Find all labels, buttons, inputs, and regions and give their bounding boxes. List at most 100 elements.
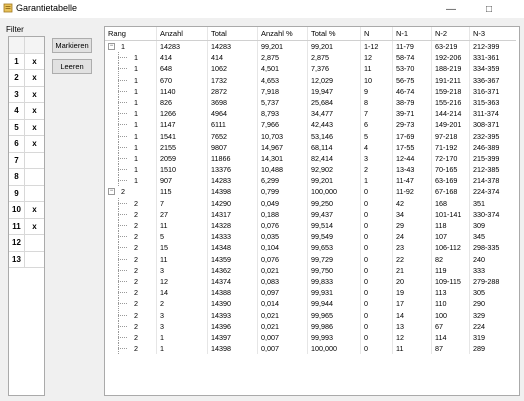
table-row[interactable]: 1 2059 11866 14,301 82,414 3 12-44 72-170 215-39… — [105, 152, 516, 165]
filter-row[interactable]: 11 x — [9, 218, 44, 235]
filter-row-mark[interactable] — [25, 252, 44, 268]
table-row[interactable]: 1 1147 6111 7,966 42,443 6 29-73 149-201 308-371 — [105, 119, 516, 131]
maximize-button[interactable]: □ — [474, 0, 504, 18]
cell-total-percent: 92,902 — [308, 164, 361, 176]
header-n-1[interactable]: N-1 — [393, 27, 432, 40]
table-row[interactable]: 2 7 14290 0,049 99,250 0 42 168 351 — [105, 197, 516, 209]
header-total[interactable]: Total — [208, 27, 258, 40]
cell-n-1: 22 — [393, 253, 432, 265]
cell-anzahl: 115 — [157, 186, 208, 198]
table-row[interactable]: 2 3 14396 0,021 99,986 0 13 67 224 — [105, 320, 516, 332]
cell-total-percent: 99,944 — [308, 298, 361, 310]
table-row[interactable]: 1 907 14283 6,299 99,201 1 11-47 63-169 214-378 — [105, 175, 516, 187]
header-n[interactable]: N — [361, 27, 393, 40]
table-row[interactable]: 2 11 14359 0,076 99,729 0 22 82 240 — [105, 253, 516, 265]
table-row[interactable]: 2 12 14374 0,083 99,833 0 20 109-115 279-288 — [105, 275, 516, 288]
filter-row[interactable]: 9 — [9, 185, 44, 202]
table-row[interactable]: 2 2 14390 0,014 99,944 0 17 110 290 — [105, 298, 516, 310]
filter-row[interactable]: 12 — [9, 235, 44, 252]
filter-row-mark[interactable] — [25, 186, 44, 202]
filter-row[interactable]: 6x — [9, 136, 44, 153]
cell-total-percent: 99,250 — [308, 197, 361, 209]
filter-row[interactable]: 4x — [9, 103, 44, 120]
table-row[interactable]: 1 1266 4964 8,793 34,477 7 39-71 144-214 311-374 — [105, 108, 516, 120]
cell-n-1: 12 — [393, 331, 432, 344]
tree-group-row[interactable]: −2 115 14398 0,799 100,000 0 11-92 67-168 224-37… — [105, 186, 516, 198]
header-n-3[interactable]: N-3 — [470, 27, 516, 40]
filter-row-mark[interactable] — [25, 235, 44, 251]
collapse-icon[interactable]: − — [108, 188, 115, 196]
table-row[interactable]: 1 648 1062 4,501 7,376 11 53-70 188-219 334-359 — [105, 63, 516, 75]
filter-row-mark[interactable]: x — [25, 120, 44, 136]
table-row[interactable]: 2 3 14362 0,021 99,750 0 21 119 333 — [105, 264, 516, 276]
tree-branch — [118, 269, 127, 271]
table-row[interactable]: 2 5 14333 0,035 99,549 0 24 107 345 — [105, 231, 516, 243]
cell-rang: 1 — [105, 152, 157, 165]
header-anzahl[interactable]: Anzahl — [157, 27, 208, 40]
cell-anzahl: 11 — [157, 253, 208, 265]
cell-total-percent: 82,414 — [308, 152, 361, 165]
filter-row[interactable]: 5x — [9, 119, 44, 136]
table-row[interactable]: 1 414 414 2,875 2,875 12 58-74 192-206 331-361 — [105, 52, 516, 64]
rang-value: 2 — [134, 232, 138, 242]
table-row[interactable]: 1 1510 13376 10,488 92,902 2 13-43 70-165 212-38… — [105, 164, 516, 176]
filter-row-mark[interactable] — [25, 153, 44, 169]
cell-anzahl-percent: 0,799 — [258, 186, 308, 198]
title-bar: Garantietabelle — □ — [0, 0, 524, 18]
filter-row[interactable]: 10 x — [9, 202, 44, 219]
filter-row[interactable]: 8 — [9, 169, 44, 186]
table-row[interactable]: 1 2155 9807 14,967 68,114 4 17-55 71-192 246-389 — [105, 141, 516, 153]
filter-row[interactable]: 2x — [9, 70, 44, 87]
clear-button[interactable]: Leeren — [52, 59, 92, 74]
minimize-button[interactable]: — — [436, 0, 466, 18]
collapse-icon[interactable]: − — [108, 43, 115, 50]
table-row[interactable]: 1 1541 7652 10,703 53,146 5 17-69 97-218 232-395 — [105, 130, 516, 142]
filter-row-mark[interactable]: x — [25, 202, 44, 218]
filter-row-mark[interactable] — [25, 169, 44, 185]
table-row[interactable]: 2 1 14397 0,007 99,993 0 12 114 319 — [105, 331, 516, 344]
filter-row-mark[interactable]: x — [25, 87, 44, 103]
cell-total: 14328 — [208, 220, 258, 232]
filter-row-number: 7 — [9, 152, 25, 168]
table-row[interactable]: 2 11 14328 0,076 99,514 0 29 118 309 — [105, 220, 516, 232]
filter-row-mark[interactable]: x — [25, 54, 44, 70]
table-row[interactable]: 2 3 14393 0,021 99,965 0 14 100 329 — [105, 309, 516, 321]
filter-row-mark[interactable]: x — [25, 103, 44, 119]
cell-n-2: 119 — [432, 264, 470, 276]
cell-n-2: 106-112 — [432, 242, 470, 254]
filter-row-number: 10 — [9, 202, 25, 218]
header-n-2[interactable]: N-2 — [432, 27, 470, 40]
tree-branch — [118, 292, 127, 294]
filter-row-mark[interactable]: x — [25, 136, 44, 152]
cell-n: 0 — [361, 309, 393, 321]
cell-total: 7652 — [208, 130, 258, 142]
filter-row[interactable]: 1x — [9, 53, 44, 70]
table-row[interactable]: 1 1140 2872 7,918 19,947 9 46-74 159-218 316-371 — [105, 85, 516, 97]
cell-anzahl-percent: 0,014 — [258, 298, 308, 310]
rang-value: 2 — [121, 187, 125, 197]
cell-anzahl: 1541 — [157, 130, 208, 142]
filter-row-mark[interactable]: x — [25, 70, 44, 86]
mark-button[interactable]: Markieren — [52, 38, 92, 53]
filter-row[interactable]: 3x — [9, 86, 44, 103]
cell-n-2: 192-206 — [432, 52, 470, 64]
cell-n-2: 159-218 — [432, 85, 470, 97]
cell-anzahl-percent: 0,097 — [258, 287, 308, 299]
table-row[interactable]: 2 14 14388 0,097 99,931 0 19 113 305 — [105, 287, 516, 299]
header-rang[interactable]: Rang — [105, 27, 157, 40]
filter-row[interactable]: 7 — [9, 152, 44, 169]
header-total-percent[interactable]: Total % — [308, 27, 361, 40]
cell-total-percent: 99,965 — [308, 309, 361, 321]
tree-group-row[interactable]: −1 14283 14283 99,201 99,201 1-12 11-79 63-219 2… — [105, 41, 516, 53]
table-row[interactable]: 2 15 14348 0,104 99,653 0 23 106-112 298-335 — [105, 242, 516, 254]
table-row[interactable]: 1 670 1732 4,653 12,029 10 56-75 191-211 336-367 — [105, 74, 516, 86]
table-row[interactable]: 2 1 14398 0,007 100,000 0 11 87 289 — [105, 343, 516, 355]
header-anzahl-percent[interactable]: Anzahl % — [258, 27, 308, 40]
filter-row[interactable]: 13 — [9, 251, 44, 268]
cell-n-1: 17 — [393, 298, 432, 310]
filter-row-mark[interactable]: x — [25, 219, 44, 235]
table-row[interactable]: 2 27 14317 0,188 99,437 0 34 101-141 330-374 — [105, 208, 516, 220]
cell-total: 6111 — [208, 119, 258, 131]
cell-total: 14348 — [208, 242, 258, 254]
table-row[interactable]: 1 826 3698 5,737 25,684 8 38-79 155-216 315-363 — [105, 96, 516, 109]
